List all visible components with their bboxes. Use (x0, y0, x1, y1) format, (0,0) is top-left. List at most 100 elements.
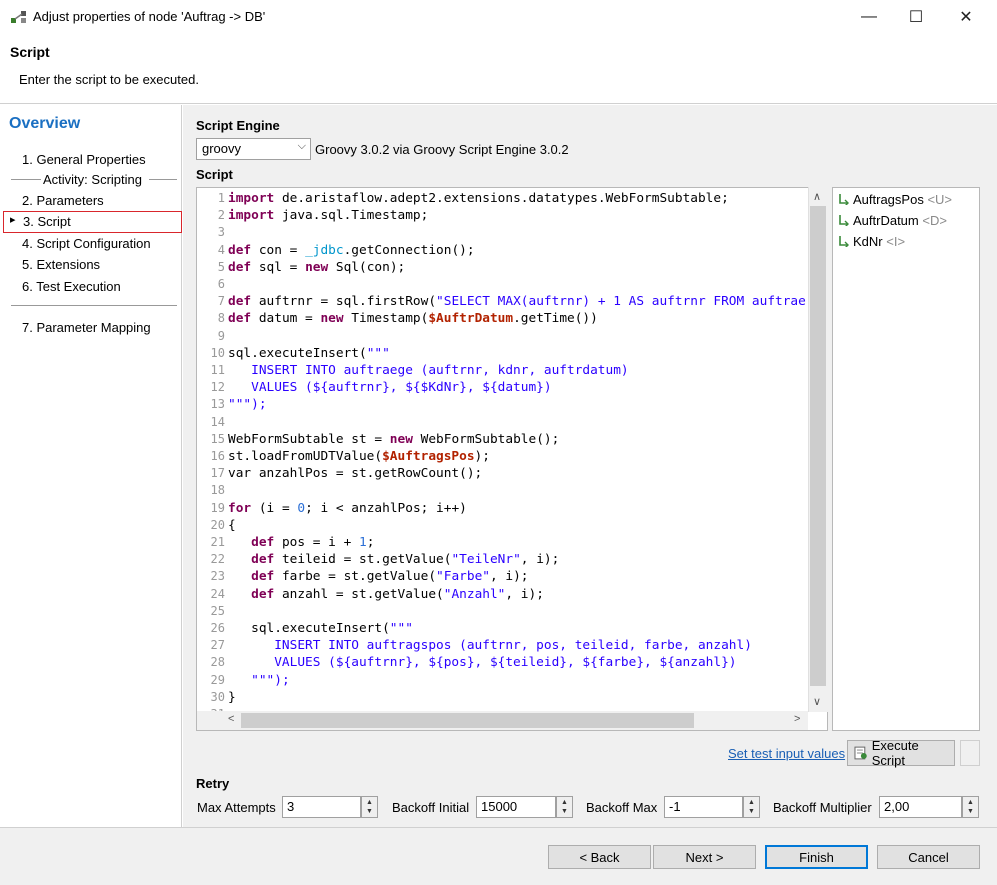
horizontal-scroll-thumb[interactable] (241, 713, 694, 728)
sidebar-selected-item[interactable]: ▸ 3. Script (3, 211, 182, 233)
separator-right (149, 179, 177, 180)
spin-down-icon: ▼ (967, 808, 974, 815)
overview-title: Overview (9, 115, 81, 132)
execute-options-button[interactable] (960, 740, 980, 766)
backoff-max-input[interactable]: -1 (664, 796, 743, 818)
script-engine-select[interactable]: groovy ⌵ (196, 138, 311, 160)
overview-sidebar: Overview 1. General Properties Activity:… (3, 105, 182, 827)
code-line: def con = _jdbc.getConnection(); (228, 242, 475, 258)
vertical-scroll-thumb[interactable] (810, 206, 826, 686)
spin-up-icon: ▲ (366, 799, 373, 806)
line-number: 28 (210, 655, 225, 670)
variable-name: AuftrDatum (853, 213, 919, 228)
sidebar-item-script-configuration[interactable]: 4. Script Configuration (22, 236, 151, 251)
line-number: 3 (217, 225, 225, 240)
cancel-button[interactable]: Cancel (877, 845, 980, 869)
scroll-left-icon[interactable]: < (228, 713, 234, 725)
line-numbers: 1 2 3 4 5 6 7 8 9 10 11 12 13 14 15 16 17 18 19 20 21 22 23 24 2… (197, 190, 225, 723)
code-line: { (228, 517, 236, 533)
minimize-icon: — (861, 8, 877, 25)
code-line: INSERT INTO auftragspos (auftrnr, pos, t… (228, 638, 752, 654)
script-engine-value: groovy (202, 141, 242, 156)
execute-script-button[interactable]: Execute Script (847, 738, 955, 768)
line-number: 9 (217, 328, 225, 343)
code-line: WebFormSubtable st = new WebFormSubtable… (228, 431, 560, 447)
line-number: 1 (217, 191, 225, 205)
sidebar-item-parameter-mapping[interactable]: 7. Parameter Mapping (22, 320, 151, 335)
line-number: 21 (210, 535, 225, 550)
code-line: sql.executeInsert(""" (228, 621, 413, 637)
line-number: 24 (210, 586, 225, 601)
scroll-up-icon[interactable]: ∧ (813, 190, 821, 203)
max-attempts-label: Max Attempts (197, 800, 276, 815)
page-banner: Script Enter the script to be executed. (0, 34, 997, 104)
chevron-down-icon: ⌵ (297, 140, 306, 152)
scroll-down-icon[interactable]: ∨ (813, 695, 821, 708)
code-line: def farbe = st.getValue("Farbe", i); (251, 569, 529, 585)
maximize-icon: ☐ (908, 9, 924, 26)
sidebar-item-extensions[interactable]: 5. Extensions (22, 257, 100, 272)
code-line: def sql = new Sql(con); (228, 259, 406, 275)
variable-item[interactable]: AuftrDatum <D> (838, 213, 947, 228)
sidebar-item-test-execution[interactable]: 6. Test Execution (22, 279, 121, 294)
code-line: """); (228, 397, 267, 413)
page-description: Enter the script to be executed. (19, 72, 199, 87)
execute-script-label: Execute Script (871, 738, 919, 768)
variable-item[interactable]: KdNr <I> (838, 234, 905, 249)
retry-title: Retry (196, 776, 230, 791)
minimize-button[interactable]: — (846, 0, 892, 34)
spin-up-icon: ▲ (561, 799, 568, 806)
line-number: 17 (210, 466, 225, 481)
variable-name: KdNr (853, 234, 883, 249)
finish-button[interactable]: Finish (765, 845, 868, 869)
maximize-button[interactable]: ☐ (893, 0, 939, 34)
code-line: def auftrnr = sql.firstRow("SELECT MAX(a… (228, 294, 806, 310)
sidebar-item-general-properties[interactable]: 1. General Properties (22, 152, 146, 167)
back-button[interactable]: < Back (548, 845, 651, 869)
backoff-multiplier-input[interactable]: 2,00 (879, 796, 962, 818)
backoff-initial-spinner[interactable]: ▲ ▼ (556, 796, 573, 818)
backoff-multiplier-spinner[interactable]: ▲ ▼ (962, 796, 979, 818)
spin-up-icon: ▲ (748, 799, 755, 806)
scroll-right-icon[interactable]: > (794, 713, 800, 725)
backoff-initial-input[interactable]: 15000 (476, 796, 556, 818)
backoff-initial-label: Backoff Initial (392, 800, 470, 815)
line-number: 20 (210, 517, 225, 532)
close-button[interactable]: ✕ (943, 0, 989, 34)
set-test-input-link[interactable]: Set test input values (728, 746, 845, 761)
script-label: Script (196, 167, 233, 182)
code-area[interactable]: import de.aristaflow.adept2.extensions.d… (228, 190, 806, 723)
backoff-max-spinner[interactable]: ▲ ▼ (743, 796, 760, 818)
sidebar-item-script[interactable]: 3. Script (23, 214, 71, 229)
title-bar: Adjust properties of node 'Auftrag -> DB… (0, 0, 997, 34)
code-line: import de.aristaflow.adept2.extensions.d… (228, 191, 729, 206)
line-number: 27 (210, 638, 225, 653)
script-editor[interactable]: 1 2 3 4 5 6 7 8 9 10 11 12 13 14 15 16 17 18 19 20 21 22 23 24 2… (196, 187, 828, 731)
code-line: var anzahlPos = st.getRowCount(); (228, 466, 483, 482)
code-line: st.loadFromUDTValue($AuftragsPos); (228, 449, 490, 465)
input-parameter-icon (839, 236, 849, 247)
script-engine-description: Groovy 3.0.2 via Groovy Script Engine 3.… (315, 142, 569, 157)
sidebar-item-parameters[interactable]: 2. Parameters (22, 193, 104, 208)
script-run-icon (854, 746, 867, 760)
close-icon: ✕ (959, 9, 973, 26)
next-button[interactable]: Next > (653, 845, 756, 869)
line-number: 6 (217, 277, 225, 292)
code-line: VALUES (${auftrnr}, ${pos}, ${teileid}, … (228, 655, 737, 671)
max-attempts-spinner[interactable]: ▲ ▼ (361, 796, 378, 818)
line-number: 5 (217, 259, 225, 274)
code-line: def datum = new Timestamp($AuftrDatum.ge… (228, 311, 598, 327)
code-line: def anzahl = st.getValue("Anzahl", i); (251, 586, 544, 602)
max-attempts-input[interactable]: 3 (282, 796, 361, 818)
sidebar-divider (11, 305, 177, 306)
code-line: import java.sql.Timestamp; (228, 208, 429, 224)
input-parameter-icon (839, 215, 849, 226)
sidebar-group-activity-scripting: Activity: Scripting (43, 172, 142, 187)
window-title: Adjust properties of node 'Auftrag -> DB… (33, 9, 266, 24)
code-line: INSERT INTO auftraege (auftrnr, kdnr, au… (228, 363, 629, 379)
variable-item[interactable]: AuftragsPos <U> (838, 192, 952, 207)
